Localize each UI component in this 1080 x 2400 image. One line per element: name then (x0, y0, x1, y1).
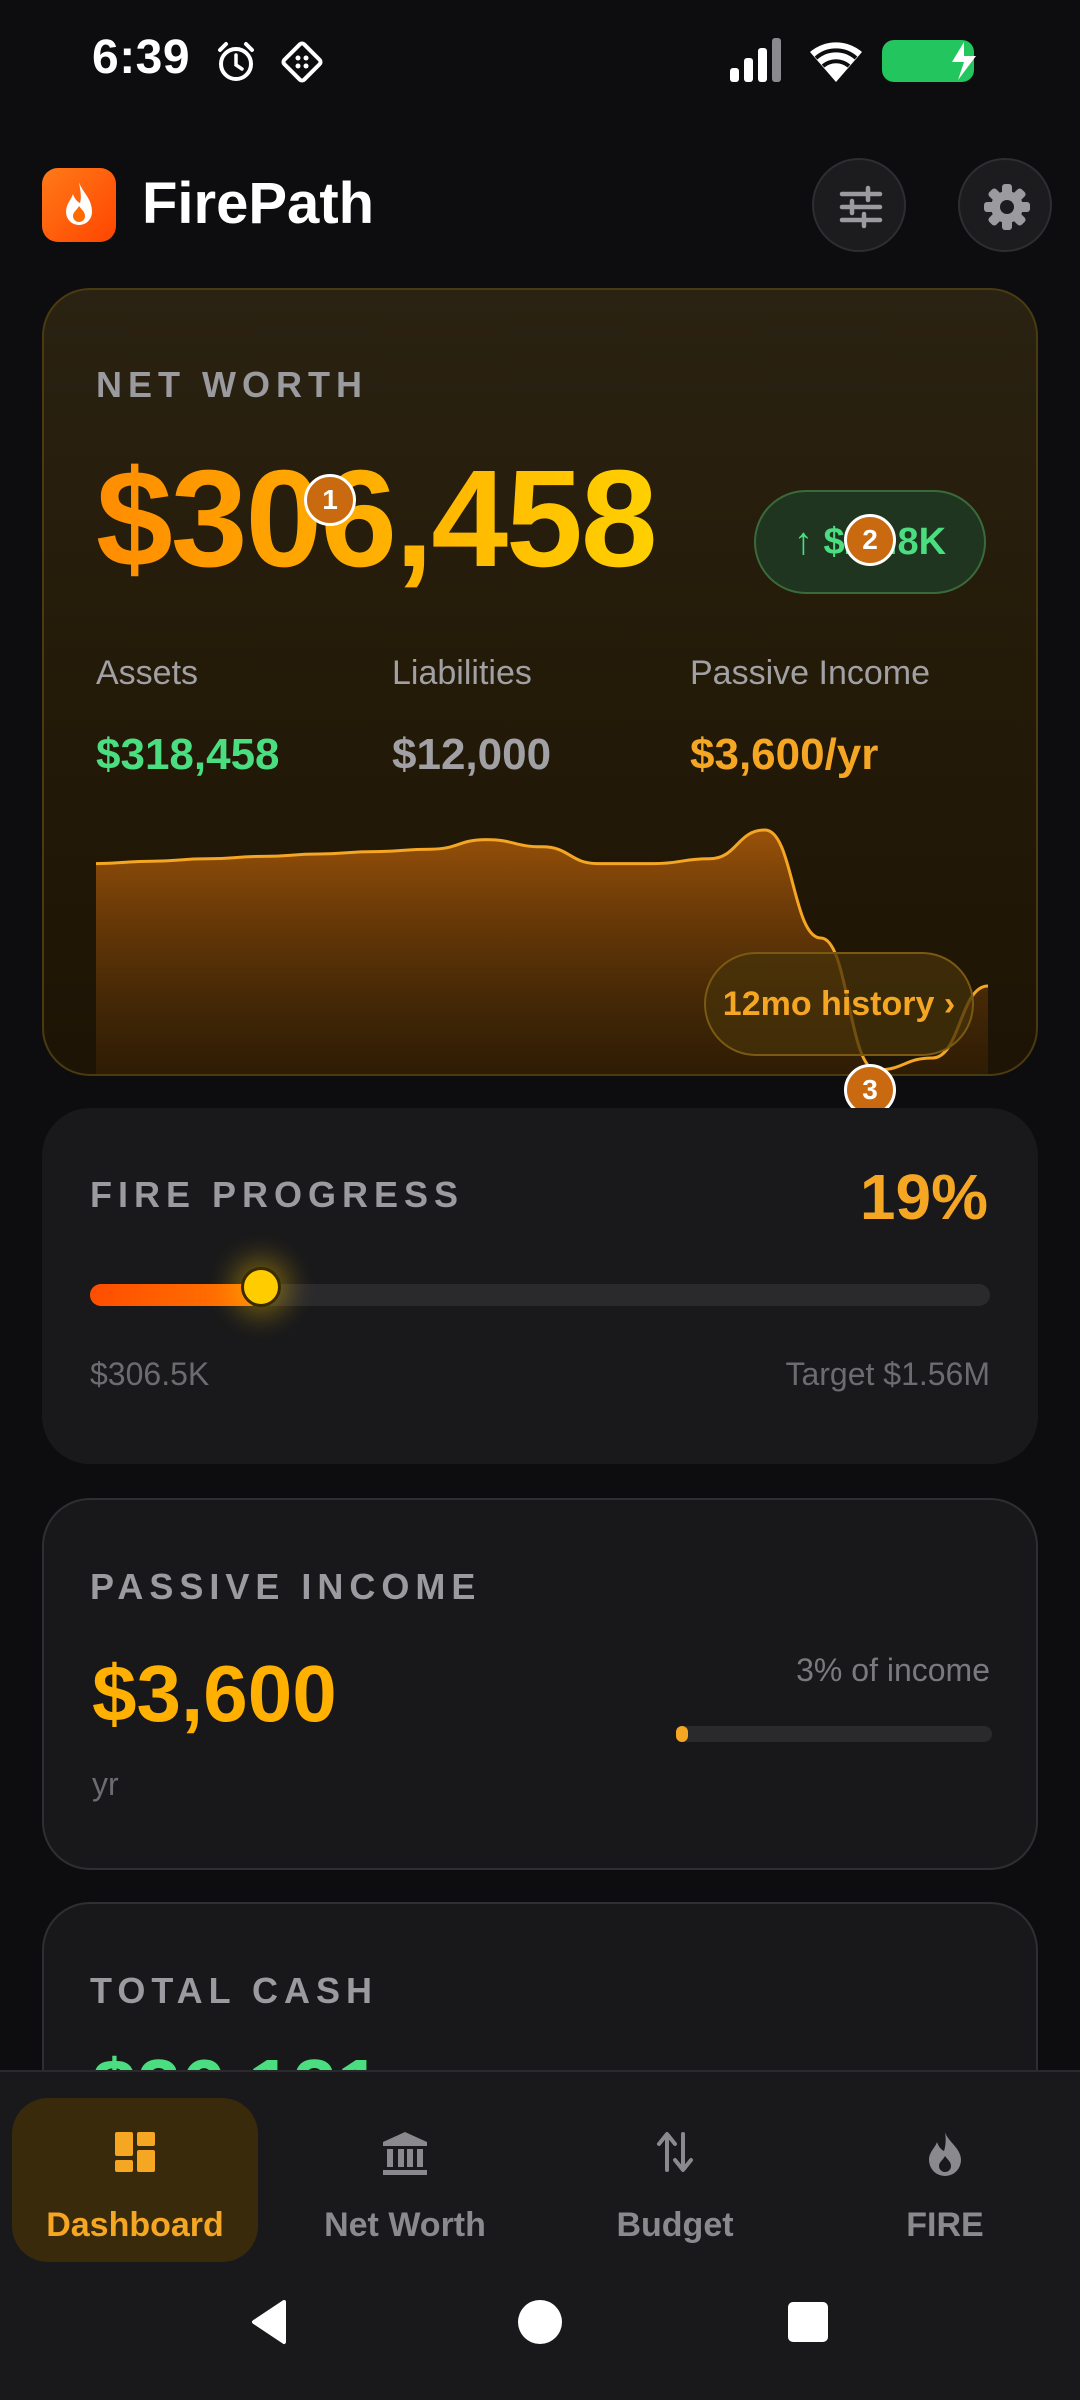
sliders-icon (839, 185, 883, 229)
bottom-navigation: Dashboard Net Worth Budget FIRE (0, 2070, 1080, 2400)
swap-vertical-icon (657, 2132, 693, 2172)
fire-progress-card[interactable]: FIRE PROGRESS 19% $306.5K Target $1.56M (42, 1108, 1038, 1464)
settings-button[interactable] (958, 158, 1052, 252)
gear-icon (984, 184, 1030, 230)
recents-icon[interactable] (784, 2296, 832, 2348)
nav-fire[interactable]: FIRE (822, 2098, 1068, 2262)
marker-1: 1 (304, 474, 356, 526)
back-icon[interactable] (244, 2296, 296, 2348)
filter-settings-button[interactable] (812, 158, 906, 252)
net-worth-card[interactable]: NET WORTH $306,458 ↑ $2 2.8K Assets $318,… (42, 288, 1038, 1076)
app-header: FirePath (0, 150, 1080, 260)
app-title: FirePath (142, 171, 375, 236)
nav-dashboard-label: Dashboard (46, 2206, 224, 2244)
bank-icon (383, 2132, 427, 2175)
passive-income-card-label: PASSIVE INCOME (90, 1566, 482, 1607)
passive-income-unit: yr (92, 1766, 119, 1802)
alarm-icon (218, 42, 254, 81)
home-icon[interactable] (516, 2296, 564, 2348)
fire-progress-label: FIRE PROGRESS (90, 1174, 465, 1215)
nav-net-worth-label: Net Worth (324, 2206, 486, 2244)
fire-progress-percent: 19% (859, 1161, 988, 1233)
total-cash-label: TOTAL CASH (90, 1970, 379, 2011)
status-time: 6:39 (92, 31, 191, 84)
nav-dashboard[interactable]: Dashboard (12, 2098, 258, 2262)
flame-icon (929, 2132, 961, 2176)
fire-progress-knob (241, 1267, 281, 1307)
fire-progress-target: Target $1.56M (785, 1356, 990, 1392)
fire-progress-fill (90, 1284, 261, 1306)
battery-charging-icon (882, 40, 976, 82)
flame-logo-icon (42, 168, 116, 242)
history-button[interactable]: 12mo history › (704, 952, 974, 1056)
passive-income-bar-track (676, 1726, 992, 1742)
nav-net-worth[interactable]: Net Worth (282, 2098, 528, 2262)
fire-progress-current: $306.5K (90, 1356, 210, 1392)
passive-income-amount: $3,600 (92, 1649, 337, 1738)
passive-income-note: 3% of income (796, 1652, 990, 1688)
nav-budget-label: Budget (616, 2206, 734, 2244)
marker-2: 2 (844, 514, 896, 566)
nav-budget[interactable]: Budget (552, 2098, 798, 2262)
app-screen: 6:39 FirePath NET WORTH $306,458 ↑ $2 2.… (0, 0, 1080, 2400)
nav-fire-label: FIRE (906, 2206, 984, 2244)
app-notification-icon (281, 41, 323, 83)
fire-progress-track (90, 1267, 990, 1307)
wifi-icon (810, 42, 862, 82)
signal-icon (730, 38, 781, 82)
passive-income-bar-fill (676, 1726, 688, 1742)
dashboard-icon (115, 2132, 155, 2172)
status-bar: 6:39 (0, 0, 1080, 120)
passive-income-card[interactable]: PASSIVE INCOME $3,600 yr 3% of income (42, 1498, 1038, 1870)
